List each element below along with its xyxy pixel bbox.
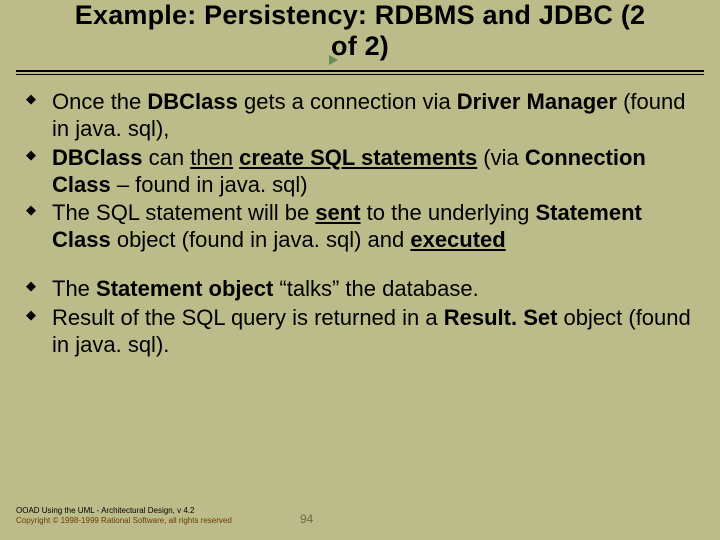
text: The [52, 276, 96, 301]
title-underline [16, 70, 704, 75]
footer: OOAD Using the UML - Architectural Desig… [16, 506, 232, 526]
play-arrow-icon [329, 55, 338, 65]
title-line2: of 2) [331, 31, 389, 61]
bullet-group-2: The Statement object “talks” the databas… [26, 276, 694, 358]
text: Result of the SQL query is returned in a [52, 305, 444, 330]
slide-title: Example: Persistency: RDBMS and JDBC (2 … [0, 0, 720, 68]
text: Once the [52, 89, 147, 114]
list-item: Once the DBClass gets a connection via D… [26, 89, 694, 143]
title-line1: Example: Persistency: RDBMS and JDBC (2 [75, 0, 645, 30]
text-bold: DBClass [52, 145, 142, 170]
page-number: 94 [300, 512, 313, 526]
list-item: The Statement object “talks” the databas… [26, 276, 694, 303]
text-bold-underline: create SQL statements [239, 145, 477, 170]
text-underline: then [190, 145, 233, 170]
text: (via [477, 145, 525, 170]
text: object (found in java. sql) and [111, 227, 411, 252]
text: gets a connection via [238, 89, 457, 114]
list-item: The SQL statement will be sent to the un… [26, 200, 694, 254]
list-item: Result of the SQL query is returned in a… [26, 305, 694, 359]
text: The SQL statement will be [52, 200, 315, 225]
text: to the underlying [361, 200, 536, 225]
slide-body: Once the DBClass gets a connection via D… [0, 85, 720, 358]
text-bold: Result. Set [444, 305, 558, 330]
text: “talks” the database. [273, 276, 478, 301]
text-bold: Driver Manager [457, 89, 617, 114]
text: can [142, 145, 190, 170]
text-bold: Statement object [96, 276, 273, 301]
footer-line2: Copyright © 1998-1999 Rational Software,… [16, 516, 232, 526]
title-line2-wrap: of 2) [331, 31, 389, 62]
bullet-group-1: Once the DBClass gets a connection via D… [26, 89, 694, 254]
footer-line1: OOAD Using the UML - Architectural Desig… [16, 506, 232, 516]
text: – found in java. sql) [111, 172, 308, 197]
text-bold-underline: sent [315, 200, 360, 225]
text-bold: DBClass [147, 89, 237, 114]
text-bold-underline: executed [410, 227, 505, 252]
list-item: DBClass can then create SQL statements (… [26, 145, 694, 199]
